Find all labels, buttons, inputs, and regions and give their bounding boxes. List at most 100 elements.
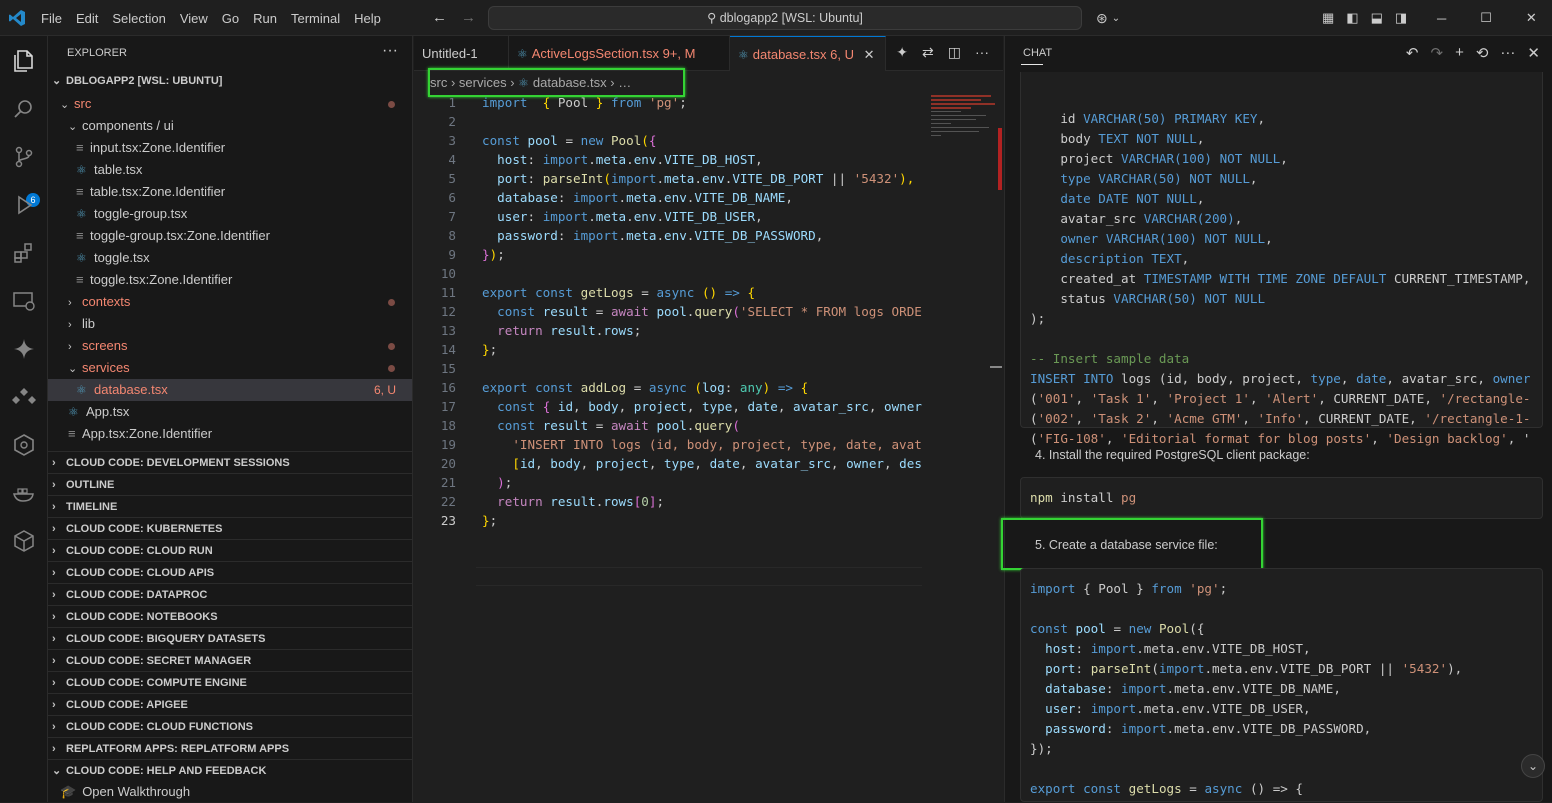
gemini-icon[interactable]: [11, 336, 37, 362]
tree-folder[interactable]: ⌄ services: [48, 357, 412, 379]
workspace-header[interactable]: ⌄ DBLOGAPP2 [WSL: UBUNTU]: [48, 70, 412, 92]
undo-icon[interactable]: ↶: [1406, 44, 1419, 62]
code-token: .: [656, 209, 665, 224]
sparkle-icon[interactable]: ✦: [896, 44, 908, 61]
maximize-icon[interactable]: ☐: [1480, 10, 1492, 26]
docker-icon[interactable]: [11, 480, 37, 506]
tree-file[interactable]: ⚛ toggle-group.tsx: [48, 203, 412, 225]
menu-view[interactable]: View: [173, 11, 215, 26]
sidebar-section-header[interactable]: ⌄ CLOUD CODE: HELP AND FEEDBACK: [48, 759, 412, 781]
code-token: .: [656, 171, 665, 186]
extensions-icon[interactable]: [11, 240, 37, 266]
vscode-logo-icon[interactable]: [8, 9, 26, 27]
sidebar-section-header[interactable]: › CLOUD CODE: NOTEBOOKS: [48, 605, 412, 627]
tree-file[interactable]: ≡ input.tsx:Zone.Identifier: [48, 137, 412, 159]
sidebar-section-header[interactable]: › CLOUD CODE: CLOUD FUNCTIONS: [48, 715, 412, 737]
compare-changes-icon[interactable]: ⇄: [922, 44, 934, 61]
menu-file[interactable]: File: [34, 11, 69, 26]
sidebar-section-header[interactable]: › CLOUD CODE: SECRET MANAGER: [48, 649, 412, 671]
customize-layout-icon[interactable]: ▦: [1322, 10, 1334, 26]
close-window-icon[interactable]: ✕: [1526, 10, 1537, 26]
run-debug-icon[interactable]: [11, 192, 37, 218]
tree-file[interactable]: ≡ table.tsx:Zone.Identifier: [48, 181, 412, 203]
code-token: 'Acme GTM': [1166, 411, 1243, 426]
explorer-icon[interactable]: [11, 48, 37, 74]
redo-icon[interactable]: ↷: [1431, 44, 1444, 62]
source-control-icon[interactable]: [11, 144, 37, 170]
menu-terminal[interactable]: Terminal: [284, 11, 347, 26]
minimize-icon[interactable]: ─: [1437, 11, 1446, 26]
tree-file[interactable]: ≡ App.tsx:Zone.Identifier: [48, 423, 412, 445]
more-actions-icon[interactable]: ···: [1500, 44, 1515, 62]
menu-run[interactable]: Run: [246, 11, 284, 26]
tree-file[interactable]: ⚛ database.tsx 6, U: [48, 379, 412, 401]
command-center[interactable]: ⚲ dblogapp2 [WSL: Ubuntu]: [488, 6, 1082, 30]
sidebar-section-header[interactable]: › CLOUD CODE: DEVELOPMENT SESSIONS: [48, 451, 412, 473]
tab-active-logs-section[interactable]: ⚛ ActiveLogsSection.tsx 9+, M: [509, 36, 730, 71]
sidebar-section-header[interactable]: › CLOUD CODE: CLOUD RUN: [48, 539, 412, 561]
menu-edit[interactable]: Edit: [69, 11, 105, 26]
more-actions-icon[interactable]: ···: [382, 42, 398, 60]
toggle-primary-sidebar-icon[interactable]: ◧: [1346, 10, 1358, 26]
tree-folder[interactable]: ⌄ src: [48, 93, 412, 115]
code-token: import: [542, 152, 589, 167]
tree-folder[interactable]: ⌄ components / ui: [48, 115, 412, 137]
tab-bar: Untitled-1 ⚛ ActiveLogsSection.tsx 9+, M …: [414, 36, 1003, 71]
tree-folder[interactable]: › screens: [48, 335, 412, 357]
sidebar-section-header[interactable]: › CLOUD CODE: CLOUD APIS: [48, 561, 412, 583]
search-icon[interactable]: [11, 96, 37, 122]
package-icon[interactable]: [11, 528, 37, 554]
tree-file[interactable]: ⚛ table.tsx: [48, 159, 412, 181]
menu-go[interactable]: Go: [215, 11, 246, 26]
scroll-down-button[interactable]: ⌄: [1521, 754, 1545, 778]
cloud-code-icon[interactable]: [11, 384, 37, 410]
forward-arrow-icon[interactable]: →: [461, 9, 476, 26]
remote-explorer-icon[interactable]: [11, 288, 37, 314]
tree-file[interactable]: ⚛ toggle.tsx: [48, 247, 412, 269]
tab-untitled-1[interactable]: Untitled-1: [414, 36, 509, 71]
kubernetes-icon[interactable]: [11, 432, 37, 458]
history-icon[interactable]: ⟲: [1476, 44, 1489, 62]
sidebar-section-header[interactable]: › CLOUD CODE: APIGEE: [48, 693, 412, 715]
open-walkthrough-item[interactable]: 🎓 Open Walkthrough: [48, 781, 412, 803]
split-editor-icon[interactable]: ◫: [948, 44, 961, 61]
copilot-icon[interactable]: ⊛: [1096, 10, 1108, 27]
tree-folder[interactable]: › contexts: [48, 291, 412, 313]
sidebar-section-header[interactable]: › REPLATFORM APPS: REPLATFORM APPS: [48, 737, 412, 759]
sidebar-section-header[interactable]: › CLOUD CODE: COMPUTE ENGINE: [48, 671, 412, 693]
tree-file[interactable]: ⚛ App.tsx: [48, 401, 412, 423]
close-icon[interactable]: ✕: [1527, 44, 1540, 62]
sidebar-section-header[interactable]: › CLOUD CODE: BIGQUERY DATASETS: [48, 627, 412, 649]
menu-help[interactable]: Help: [347, 11, 388, 26]
tree-folder[interactable]: › lib: [48, 313, 412, 335]
back-arrow-icon[interactable]: ←: [432, 9, 447, 26]
toggle-secondary-sidebar-icon[interactable]: ◨: [1395, 10, 1407, 26]
tree-file[interactable]: ≡ toggle-group.tsx:Zone.Identifier: [48, 225, 412, 247]
chat-code-line: import { Pool } from 'pg';: [1030, 579, 1227, 599]
code-editor[interactable]: 1 import { Pool } from 'pg'; 2 3 const pool …: [414, 93, 922, 586]
line-content: };: [482, 511, 497, 530]
chat-code-line: description TEXT,: [1030, 249, 1189, 269]
new-chat-icon[interactable]: +: [1455, 44, 1464, 62]
minimap[interactable]: [929, 93, 1003, 802]
code-token: .meta.env.VITE_DB_NAME,: [1166, 681, 1341, 696]
tree-item-label: input.tsx:Zone.Identifier: [90, 140, 226, 155]
more-actions-icon[interactable]: ···: [975, 44, 989, 61]
chat-code-line: type VARCHAR(50) NOT NULL,: [1030, 169, 1257, 189]
toggle-panel-icon[interactable]: ⬓: [1371, 10, 1383, 26]
chevron-down-icon[interactable]: ⌄: [1112, 13, 1120, 24]
sidebar-section-header[interactable]: › OUTLINE: [48, 473, 412, 495]
code-token: ,: [686, 399, 702, 414]
code-token: (): [701, 285, 718, 300]
sidebar-section-header[interactable]: › CLOUD CODE: DATAPROC: [48, 583, 412, 605]
sidebar-section-header[interactable]: › TIMELINE: [48, 495, 412, 517]
workspace-name: DBLOGAPP2 [WSL: UBUNTU]: [66, 75, 223, 87]
menu-selection[interactable]: Selection: [105, 11, 172, 26]
tree-file[interactable]: ≡ toggle.tsx:Zone.Identifier: [48, 269, 412, 291]
tab-database[interactable]: ⚛ database.tsx 6, U ✕: [730, 36, 886, 71]
sidebar-section-header[interactable]: › CLOUD CODE: KUBERNETES: [48, 517, 412, 539]
code-token: pool: [527, 133, 558, 148]
close-tab-icon[interactable]: ✕: [864, 47, 875, 62]
